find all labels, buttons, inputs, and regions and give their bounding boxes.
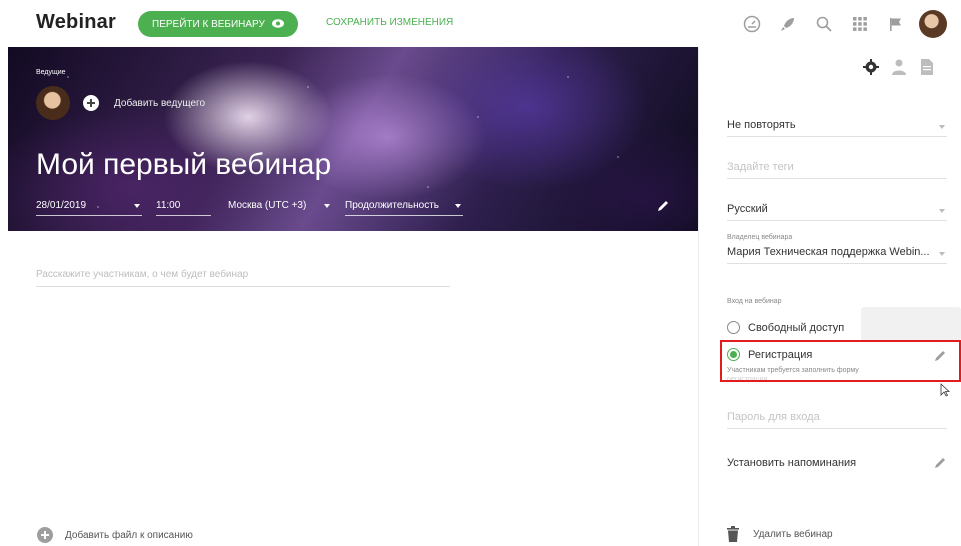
time-field[interactable]: 11:00 xyxy=(156,200,211,216)
apps-grid-icon[interactable] xyxy=(845,9,875,39)
edit-reminders-icon[interactable] xyxy=(933,456,947,470)
date-select[interactable]: 28/01/2019 xyxy=(36,200,142,216)
add-circle-icon xyxy=(37,527,53,543)
password-input[interactable]: Пароль для входа xyxy=(727,411,947,429)
chevron-down-icon xyxy=(939,125,945,129)
host-avatar[interactable] xyxy=(36,86,70,120)
owner-select[interactable]: Мария Техническая поддержка Webin... xyxy=(727,246,947,264)
tooltip xyxy=(861,307,961,341)
chevron-down-icon xyxy=(939,252,945,256)
save-changes-button[interactable]: СОХРАНИТЬ ИЗМЕНЕНИЯ xyxy=(326,17,453,28)
logo[interactable]: Webinar xyxy=(36,11,116,34)
go-to-webinar-label: ПЕРЕЙТИ К ВЕБИНАРУ xyxy=(152,18,265,30)
eye-icon xyxy=(272,19,284,28)
entry-label: Вход на вебинар xyxy=(727,298,782,305)
hosts-label: Ведущие xyxy=(36,69,66,76)
search-icon[interactable] xyxy=(809,9,839,39)
mouse-cursor-icon xyxy=(940,383,950,397)
go-to-webinar-button[interactable]: ПЕРЕЙТИ К ВЕБИНАРУ xyxy=(138,11,298,37)
chevron-down-icon xyxy=(939,209,945,213)
user-avatar[interactable] xyxy=(919,10,947,38)
radio-button xyxy=(727,321,740,334)
person-icon[interactable] xyxy=(890,58,908,76)
delete-webinar-button[interactable]: Удалить вебинар xyxy=(727,526,833,542)
dashboard-icon[interactable] xyxy=(737,9,767,39)
chevron-down-icon xyxy=(455,204,461,208)
add-file-label: Добавить файл к описанию xyxy=(65,529,193,541)
edit-cover-icon[interactable] xyxy=(656,199,670,213)
language-select[interactable]: Русский xyxy=(727,203,947,221)
top-bar: Webinar ПЕРЕЙТИ К ВЕБИНАРУ СОХРАНИТЬ ИЗМ… xyxy=(0,0,961,47)
trash-icon xyxy=(727,526,739,542)
reminders-link[interactable]: Установить напоминания xyxy=(727,457,856,469)
timezone-select[interactable]: Москва (UTC +3) xyxy=(228,200,332,216)
chevron-down-icon xyxy=(134,204,140,208)
top-icons xyxy=(731,9,947,39)
highlight-box xyxy=(720,340,961,382)
repeat-select[interactable]: Не повторять xyxy=(727,119,947,137)
webinar-title[interactable]: Мой первый вебинар xyxy=(36,148,331,182)
tags-input[interactable]: Задайте теги xyxy=(727,161,947,179)
document-icon[interactable] xyxy=(918,58,936,76)
webinar-cover: Ведущие Добавить ведущего Мой первый веб… xyxy=(8,47,698,231)
free-access-label: Свободный доступ xyxy=(748,321,845,334)
add-host-icon[interactable] xyxy=(83,95,99,111)
settings-gear-icon[interactable] xyxy=(862,58,880,76)
delete-webinar-label: Удалить вебинар xyxy=(753,528,833,540)
chevron-down-icon xyxy=(324,204,330,208)
add-file-button[interactable]: Добавить файл к описанию xyxy=(37,527,193,543)
language-value: Русский xyxy=(727,203,768,215)
add-host-link[interactable]: Добавить ведущего xyxy=(114,98,205,109)
settings-tabs xyxy=(862,58,936,76)
rocket-icon[interactable] xyxy=(773,9,803,39)
radio-free-access[interactable]: Свободный доступ xyxy=(727,321,844,334)
duration-value: Продолжительность xyxy=(345,200,439,211)
timezone-value: Москва (UTC +3) xyxy=(228,200,307,211)
flag-icon[interactable] xyxy=(881,9,911,39)
repeat-value: Не повторять xyxy=(727,119,796,131)
date-value: 28/01/2019 xyxy=(36,200,87,211)
description-input[interactable]: Расскажите участникам, о чем будет вебин… xyxy=(36,269,450,287)
owner-value: Мария Техническая поддержка Webin... xyxy=(727,246,930,258)
panel-divider xyxy=(698,47,699,546)
owner-label: Владелец вебинара xyxy=(727,234,793,241)
time-value: 11:00 xyxy=(156,200,181,211)
duration-select[interactable]: Продолжительность xyxy=(345,200,463,216)
